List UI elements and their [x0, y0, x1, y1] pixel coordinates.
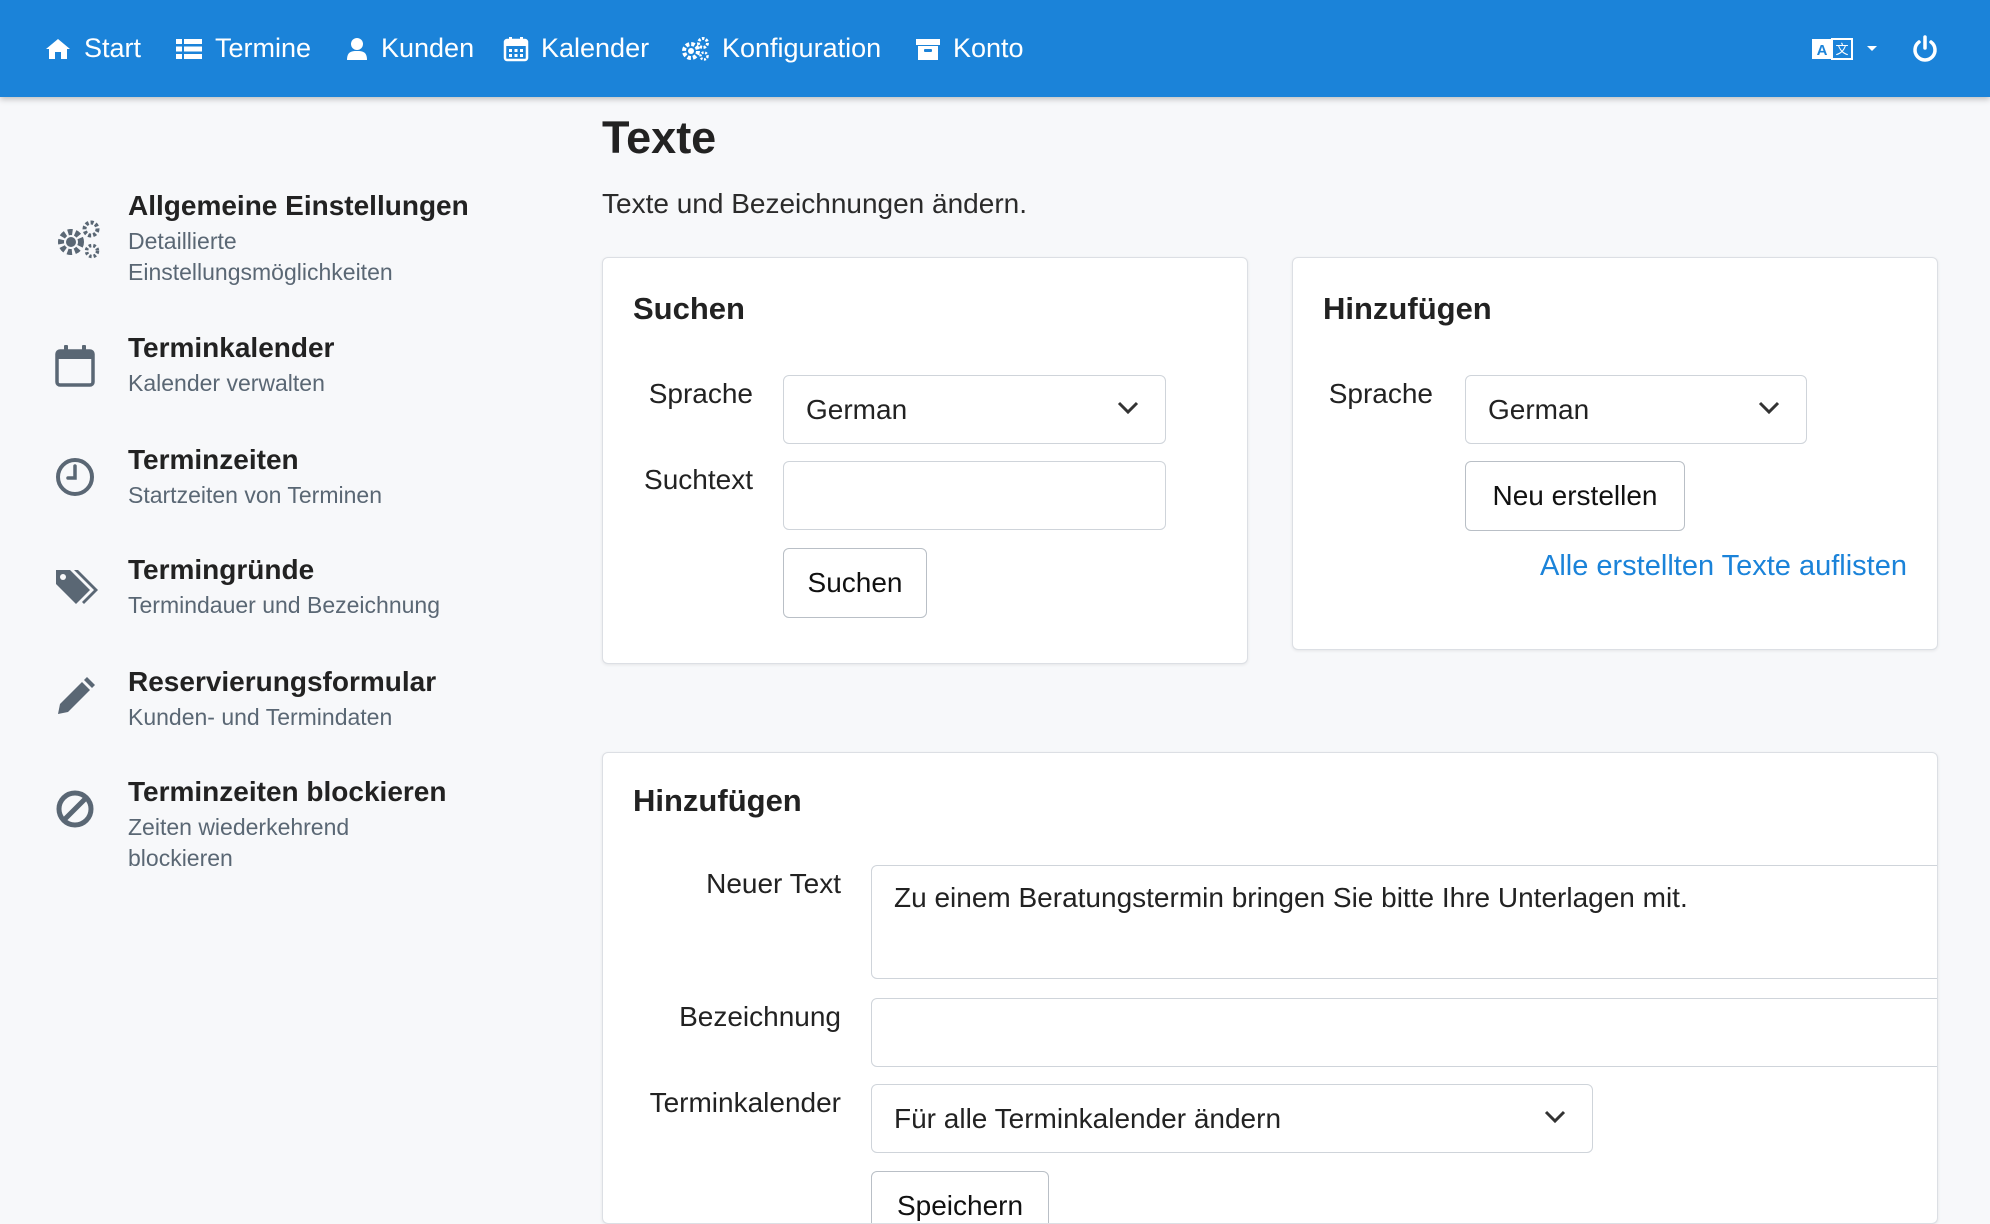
page-description: Texte und Bezeichnungen ändern. — [602, 188, 1027, 219]
language-select[interactable]: German — [783, 375, 1166, 444]
chevron-down-icon — [1544, 1110, 1566, 1129]
svg-text:A: A — [1817, 42, 1828, 59]
user-icon — [345, 37, 369, 61]
add-card: Hinzufügen Sprache German Neu erstellen … — [1292, 257, 1938, 650]
new-text-label: Neuer Text — [706, 868, 841, 899]
svg-text:文: 文 — [1835, 43, 1848, 58]
nav-label: Start — [84, 33, 142, 63]
nav-item-konfiguration[interactable]: Konfiguration — [680, 0, 881, 97]
language-select-value: German — [806, 394, 908, 425]
nav-label: Konto — [953, 33, 1024, 63]
nav-label: Kunden — [381, 33, 475, 63]
archive-icon — [915, 37, 941, 61]
search-button[interactable]: Suchen — [783, 548, 927, 618]
nav-label: Kalender — [541, 33, 650, 63]
new-text-textarea[interactable]: Zu einem Beratungstermin bringen Sie bit… — [871, 865, 1937, 979]
sidebar-item-subtitle: Kunden- und Termindaten — [128, 704, 393, 730]
save-button[interactable]: Speichern — [871, 1171, 1049, 1223]
search-card: Suchen Sprache German Suchtext Suchen — [602, 257, 1248, 664]
sidebar-item-title: Reservierungsformular — [128, 666, 437, 697]
card-title: Suchen — [633, 291, 745, 326]
clock-icon — [54, 456, 98, 500]
nav-label: Konfiguration — [722, 33, 882, 63]
sidebar-item-subtitle: Termindauer und Bezeichnung — [128, 592, 440, 618]
list-icon — [175, 37, 203, 61]
calendar-select[interactable]: Für alle Terminkalender ändern — [871, 1084, 1593, 1153]
tags-icon — [54, 566, 98, 610]
language-icon: A文 — [1812, 37, 1854, 60]
gears-icon — [680, 36, 710, 62]
chevron-down-icon — [1758, 401, 1780, 420]
add-form-card: Hinzufügen Neuer Text Zu einem Beratungs… — [602, 752, 1938, 1224]
calendar-icon — [503, 36, 529, 62]
language-label: Sprache — [648, 378, 753, 409]
sidebar-item-termingruende[interactable]: Termingründe Termindauer und Bezeichnung — [0, 552, 560, 632]
power-icon — [1912, 34, 1938, 63]
sidebar-item-title: Terminkalender — [128, 332, 335, 363]
card-title: Hinzufügen — [633, 783, 802, 818]
sidebar-item-terminkalender[interactable]: Terminkalender Kalender verwalten — [0, 330, 560, 410]
calendar-label: Terminkalender — [649, 1087, 841, 1118]
nav-item-termine[interactable]: Termine — [175, 0, 311, 97]
sidebar-item-subtitle: Detaillierte Einstellungsmöglichkeiten — [128, 228, 393, 285]
sidebar-item-title: Termingründe — [128, 554, 315, 585]
searchtext-label: Suchtext — [644, 464, 753, 495]
sidebar-item-title: Allgemeine Einstellungen — [128, 190, 469, 221]
ban-icon — [54, 788, 98, 832]
nav-item-kunden[interactable]: Kunden — [345, 0, 474, 97]
create-new-button[interactable]: Neu erstellen — [1465, 461, 1685, 531]
nav-item-start[interactable]: Start — [44, 0, 141, 97]
nav-label: Termine — [215, 33, 312, 63]
searchtext-input[interactable] — [783, 461, 1166, 530]
sidebar-item-terminzeiten[interactable]: Terminzeiten Startzeiten von Terminen — [0, 442, 560, 522]
list-all-texts-link[interactable]: Alle erstellten Texte auflisten — [1540, 550, 1907, 583]
language-select-value: German — [1488, 394, 1590, 425]
nav-item-konto[interactable]: Konto — [915, 0, 1024, 97]
sidebar-item-subtitle: Zeiten wiederkehrend blockieren — [128, 814, 350, 871]
sidebar-item-subtitle: Startzeiten von Terminen — [128, 482, 382, 508]
sidebar-item-title: Terminzeiten blockieren — [128, 776, 447, 807]
chevron-down-icon — [1866, 45, 1878, 53]
card-title: Hinzufügen — [1323, 291, 1492, 326]
chevron-down-icon — [1117, 401, 1139, 420]
gears-icon — [54, 218, 100, 262]
language-select[interactable]: German — [1465, 375, 1807, 444]
sidebar-item-terminzeiten-blockieren[interactable]: Terminzeiten blockieren Zeiten wiederkeh… — [0, 774, 560, 871]
nav-item-kalender[interactable]: Kalender — [503, 0, 649, 97]
designation-input[interactable] — [871, 998, 1937, 1067]
sidebar-item-subtitle: Kalender verwalten — [128, 370, 325, 396]
pencil-icon — [54, 676, 98, 720]
home-icon — [44, 37, 72, 61]
language-dropdown[interactable]: A文 — [1812, 0, 1878, 97]
sidebar-item-allgemeine-einstellungen[interactable]: Allgemeine Einstellungen Detaillierte Ei… — [0, 188, 560, 298]
designation-label: Bezeichnung — [679, 1001, 841, 1032]
sidebar-item-title: Terminzeiten — [128, 444, 299, 475]
page-title: Texte — [602, 112, 717, 163]
new-text-value: Zu einem Beratungstermin bringen Sie bit… — [894, 882, 1688, 913]
logout-button[interactable] — [1912, 0, 1938, 97]
top-navbar: Start Termine Kunden Kalender Konfigurat… — [0, 0, 1990, 97]
calendar-icon — [54, 344, 98, 388]
calendar-select-value: Für alle Terminkalender ändern — [894, 1103, 1282, 1134]
language-label: Sprache — [1328, 378, 1433, 409]
sidebar-item-reservierungsformular[interactable]: Reservierungsformular Kunden- und Termin… — [0, 664, 560, 744]
